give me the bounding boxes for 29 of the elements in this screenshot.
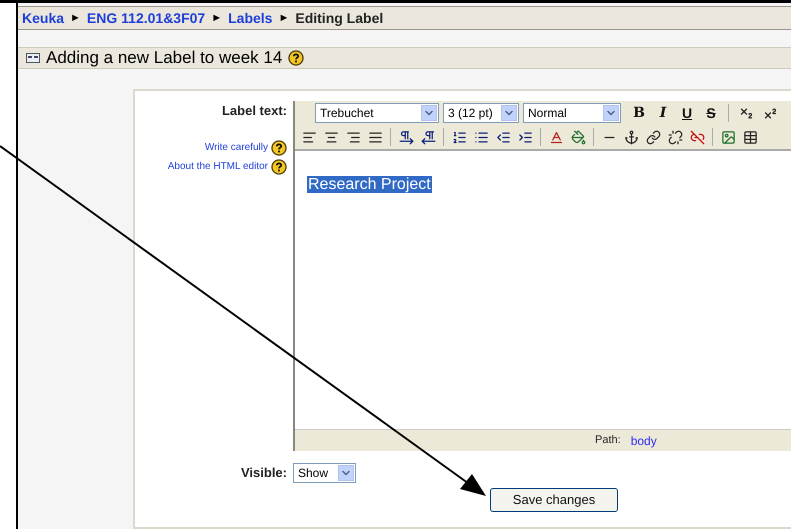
breadcrumb-link[interactable]: Labels <box>228 8 272 28</box>
format-select[interactable]: Normal <box>523 103 621 123</box>
label-text-label: Label text: <box>222 102 287 120</box>
help-link[interactable]: Write carefully <box>204 140 268 155</box>
breadcrumb-separator: ► <box>70 10 81 26</box>
visible-label: Visible: <box>240 464 287 482</box>
help-icon[interactable] <box>288 50 304 66</box>
format-button[interactable]: B <box>629 103 649 123</box>
path-link[interactable]: body <box>630 432 657 450</box>
format-button[interactable]: U <box>677 103 697 123</box>
save-button[interactable]: Save changes <box>490 488 618 512</box>
breadcrumb-separator: ► <box>211 10 222 26</box>
breadcrumb-separator: ► <box>278 10 290 26</box>
visible-select[interactable]: Show <box>293 463 356 483</box>
help-link[interactable]: About the HTML editor <box>168 159 268 174</box>
format-button[interactable]: I <box>653 103 673 123</box>
path-label: Path: <box>595 433 621 448</box>
help-icon[interactable] <box>271 140 287 156</box>
breadcrumb-link[interactable]: ENG 112.01&3F07 <box>86 8 206 28</box>
format-button[interactable]: S <box>701 103 721 123</box>
editor-area[interactable]: Research Project <box>295 149 791 429</box>
font-select[interactable]: Trebuchet <box>315 103 439 123</box>
page-heading: Adding a new Label to week 14 <box>46 47 282 70</box>
label-module-icon <box>26 53 40 63</box>
editor-text: Research Project <box>307 176 432 193</box>
help-icon[interactable] <box>271 158 287 174</box>
breadcrumb-current: Editing Label <box>295 8 384 28</box>
breadcrumb-link[interactable]: Keuka <box>22 8 64 28</box>
size-select[interactable]: 3 (12 pt) <box>443 103 519 123</box>
